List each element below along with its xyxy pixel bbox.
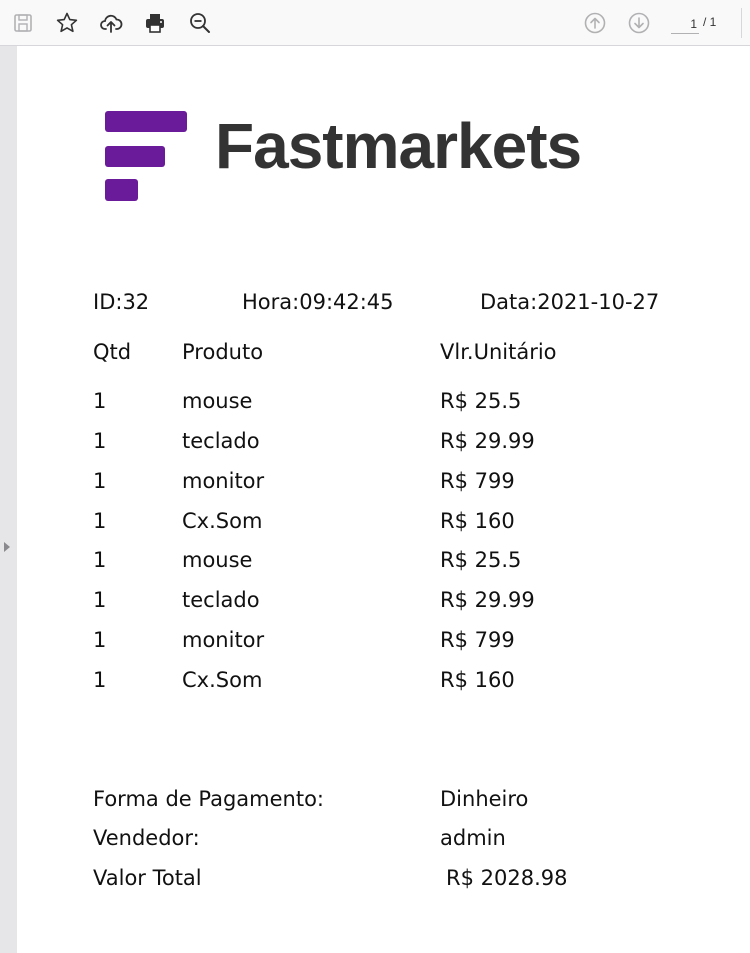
star-icon — [56, 12, 78, 33]
save-icon — [14, 14, 32, 32]
item-qtd: 1 — [93, 509, 107, 533]
item-qtd: 1 — [93, 469, 107, 493]
item-valor: R$ 29.99 — [440, 429, 535, 453]
item-valor: R$ 29.99 — [440, 588, 535, 612]
arrow-up-circle-icon — [584, 12, 606, 34]
column-header-produto: Produto — [182, 340, 264, 364]
zoom-out-icon — [190, 13, 210, 33]
cloud-upload-icon — [100, 14, 123, 33]
item-qtd: 1 — [93, 628, 107, 652]
total-value: R$ 2028.98 — [446, 866, 568, 890]
item-valor: R$ 160 — [440, 509, 515, 533]
item-produto: monitor — [182, 469, 265, 493]
item-produto: Cx.Som — [182, 668, 263, 692]
receipt-date: Data:2021-10-27 — [480, 290, 660, 314]
item-valor: R$ 25.5 — [440, 548, 522, 572]
sidebar-toggle-icon[interactable] — [4, 542, 10, 552]
item-qtd: 1 — [93, 429, 107, 453]
item-qtd: 1 — [93, 588, 107, 612]
payment-method-label: Forma de Pagamento: — [93, 787, 324, 811]
sidebar-panel — [0, 46, 17, 953]
item-produto: teclado — [182, 429, 260, 453]
next-page-button[interactable] — [624, 8, 654, 38]
page-number-input[interactable] — [671, 14, 699, 34]
column-header-valor: Vlr.Unitário — [440, 340, 557, 364]
previous-page-button[interactable] — [580, 8, 610, 38]
item-produto: mouse — [182, 389, 253, 413]
toolbar-divider — [741, 8, 742, 38]
seller-value: admin — [440, 826, 506, 850]
item-qtd: 1 — [93, 389, 107, 413]
item-valor: R$ 799 — [440, 628, 515, 652]
page-count: / 1 — [703, 15, 717, 29]
item-valor: R$ 25.5 — [440, 389, 522, 413]
item-produto: monitor — [182, 628, 265, 652]
receipt-time: Hora:09:42:45 — [242, 290, 394, 314]
seller-label: Vendedor: — [93, 826, 200, 850]
pdf-page: Fastmarkets ID:32 Hora:09:42:45 Data:202… — [17, 46, 750, 953]
item-produto: mouse — [182, 548, 253, 572]
item-qtd: 1 — [93, 668, 107, 692]
pdf-toolbar: / 1 — [0, 0, 750, 46]
print-button[interactable] — [140, 8, 170, 38]
brand-wordmark: Fastmarkets — [215, 110, 582, 182]
item-produto: Cx.Som — [182, 509, 263, 533]
upload-button[interactable] — [96, 8, 126, 38]
bookmark-button[interactable] — [52, 8, 82, 38]
printer-icon — [146, 14, 164, 33]
item-valor: R$ 160 — [440, 668, 515, 692]
item-qtd: 1 — [93, 548, 107, 572]
item-produto: teclado — [182, 588, 260, 612]
receipt-id: ID:32 — [93, 290, 150, 314]
payment-method-value: Dinheiro — [440, 787, 529, 811]
item-valor: R$ 799 — [440, 469, 515, 493]
total-label: Valor Total — [93, 866, 202, 890]
arrow-down-circle-icon — [628, 12, 650, 34]
save-button[interactable] — [8, 8, 38, 38]
zoom-button[interactable] — [185, 8, 215, 38]
column-header-qtd: Qtd — [93, 340, 132, 364]
